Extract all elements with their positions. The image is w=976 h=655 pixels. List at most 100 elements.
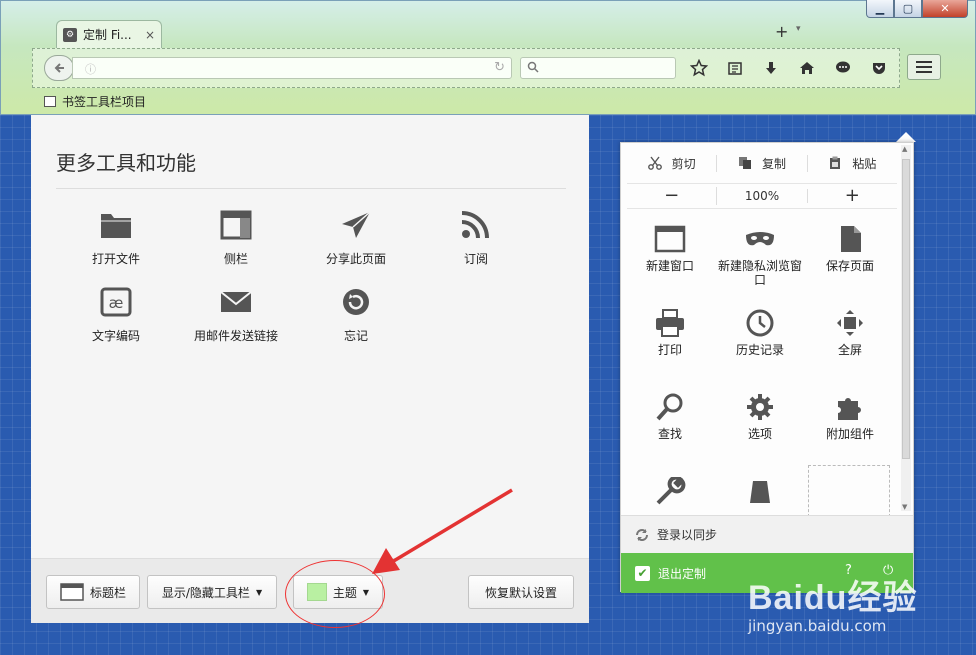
forget-icon (343, 289, 369, 315)
scroll-thumb[interactable] (902, 159, 910, 459)
sidebar-icon (220, 210, 252, 240)
palette-item-subscribe[interactable]: 订阅 (416, 210, 536, 267)
menu-item-label: 历史记录 (735, 343, 784, 357)
chat-icon[interactable] (830, 56, 856, 80)
mask-icon (746, 232, 774, 246)
menu-item-label: 新建隐私浏览窗口 (717, 259, 802, 287)
cut-label: 剪切 (671, 156, 696, 171)
palette-item-encoding[interactable]: æ 文字编码 (56, 287, 176, 344)
search-input[interactable] (520, 57, 676, 79)
print-icon (656, 309, 684, 337)
search-icon (527, 61, 539, 73)
bookmarks-toolbar-items[interactable]: 书签工具栏项目 (62, 93, 146, 110)
palette-item-label: 文字编码 (91, 329, 140, 343)
scroll-up-icon[interactable]: ▲ (902, 145, 907, 153)
sync-label: 登录以同步 (657, 528, 718, 542)
cut-button[interactable]: 剪切 (627, 154, 718, 172)
palette-item-label: 忘记 (343, 329, 368, 343)
page-icon (841, 226, 861, 252)
menu-item-addons[interactable]: 附加组件 (805, 393, 895, 441)
menu-item-print[interactable]: 打印 (625, 309, 715, 357)
tab-close-icon[interactable]: × (145, 28, 155, 42)
svg-text:æ: æ (109, 294, 124, 312)
menu-panel: 剪切 复制 粘贴 − 100% + 新建窗口 新建隐私浏览窗口 保存页面 打印 … (620, 142, 914, 593)
menu-item-developer[interactable] (625, 477, 715, 511)
tab-list-dropdown-icon[interactable]: ▾ (796, 24, 801, 34)
rss-icon (461, 211, 489, 239)
window-icon (654, 225, 686, 253)
toolbar-icons (686, 56, 892, 80)
titlebar-icon (60, 583, 84, 601)
menu-item-label: 打印 (657, 343, 682, 357)
palette-item-email-link[interactable]: 用邮件发送链接 (176, 287, 296, 344)
new-tab-button[interactable]: + (775, 22, 788, 41)
toolbars-toggle-label: 显示/隐藏工具栏 (161, 585, 250, 600)
email-icon (220, 291, 252, 312)
annotation-ellipse (285, 560, 385, 628)
wrench-icon (656, 477, 686, 505)
menu-item-find[interactable]: 查找 (625, 393, 715, 441)
palette-item-label: 打开文件 (91, 252, 140, 266)
scissors-icon (647, 156, 662, 170)
zoom-controls: − 100% + (627, 183, 897, 209)
maximize-button[interactable]: ▢ (894, 0, 922, 18)
download-icon[interactable] (758, 56, 784, 80)
minimize-button[interactable]: ▁ (866, 0, 894, 18)
back-button[interactable] (44, 55, 74, 81)
reload-icon[interactable]: ↻ (494, 60, 505, 75)
panel-arrow (896, 132, 916, 142)
titlebar-toggle-label: 标题栏 (89, 585, 126, 600)
checkmark-icon: ✔ (635, 565, 650, 581)
menu-item-options[interactable]: 选项 (715, 393, 805, 441)
bookmark-star-icon[interactable] (686, 56, 712, 80)
fullscreen-icon (837, 310, 863, 336)
menu-item-new-window[interactable]: 新建窗口 (625, 225, 715, 273)
clock-icon (746, 309, 774, 337)
bookmarks-menu-icon[interactable] (722, 56, 748, 80)
pocket-icon[interactable] (866, 56, 892, 80)
palette-item-label: 侧栏 (223, 252, 248, 266)
palette-item-label: 订阅 (463, 252, 488, 266)
palette-item-open-file[interactable]: 打开文件 (56, 210, 176, 267)
magnifier-icon (656, 393, 683, 421)
restore-defaults-button[interactable]: 恢复默认设置 (468, 575, 574, 609)
menu-item-label: 保存页面 (825, 259, 874, 273)
palette-item-sidebar[interactable]: 侧栏 (176, 210, 296, 267)
tab-customize[interactable]: ⚙ 定制 Fi... × (56, 20, 162, 48)
zoom-out-button[interactable]: − (627, 187, 718, 205)
window-controls: ▁ ▢ ✕ (866, 0, 968, 18)
bookmark-folder-icon (44, 96, 56, 107)
paste-button[interactable]: 粘贴 (808, 155, 897, 172)
url-bar[interactable]: ⓘ ↻ (72, 57, 512, 79)
menu-item-library[interactable] (715, 477, 805, 511)
back-arrow-icon (54, 63, 64, 73)
menu-item-fullscreen[interactable]: 全屏 (805, 309, 895, 357)
menu-item-save-page[interactable]: 保存页面 (805, 225, 895, 273)
zoom-reset-button[interactable]: 100% (717, 189, 808, 203)
copy-icon (738, 157, 751, 169)
restore-defaults-label: 恢复默认设置 (484, 585, 557, 600)
close-window-button[interactable]: ✕ (922, 0, 968, 18)
divider (56, 188, 566, 189)
puzzle-icon (838, 398, 861, 420)
palette-item-share[interactable]: 分享此页面 (296, 210, 416, 267)
palette-title: 更多工具和功能 (56, 151, 196, 175)
palette-item-label: 用邮件发送链接 (193, 329, 278, 343)
watermark-logo: Baidu经验 (748, 579, 918, 617)
titlebar-toggle-button[interactable]: 标题栏 (46, 575, 140, 609)
home-icon[interactable] (794, 56, 820, 80)
copy-button[interactable]: 复制 (717, 154, 808, 172)
toolbars-toggle-button[interactable]: 显示/隐藏工具栏 ▼ (147, 575, 277, 609)
tab-title: 定制 Fi... (83, 28, 132, 42)
menu-item-private-window[interactable]: 新建隐私浏览窗口 (715, 225, 805, 287)
menu-item-history[interactable]: 历史记录 (715, 309, 805, 357)
scroll-down-icon[interactable]: ▼ (902, 503, 907, 511)
scrollbar[interactable]: ▲ ▼ (901, 145, 911, 511)
sync-button[interactable]: 登录以同步 (621, 515, 913, 553)
zoom-in-button[interactable]: + (808, 187, 897, 205)
palette-item-forget[interactable]: 忘记 (296, 287, 416, 344)
hamburger-menu-button[interactable] (907, 54, 941, 80)
customize-palette: 更多工具和功能 打开文件 侧栏 分享此页面 订阅 æ 文字编码 用邮件发送链接 … (31, 115, 589, 623)
menu-item-label: 全屏 (837, 343, 862, 357)
paste-label: 粘贴 (852, 156, 877, 171)
